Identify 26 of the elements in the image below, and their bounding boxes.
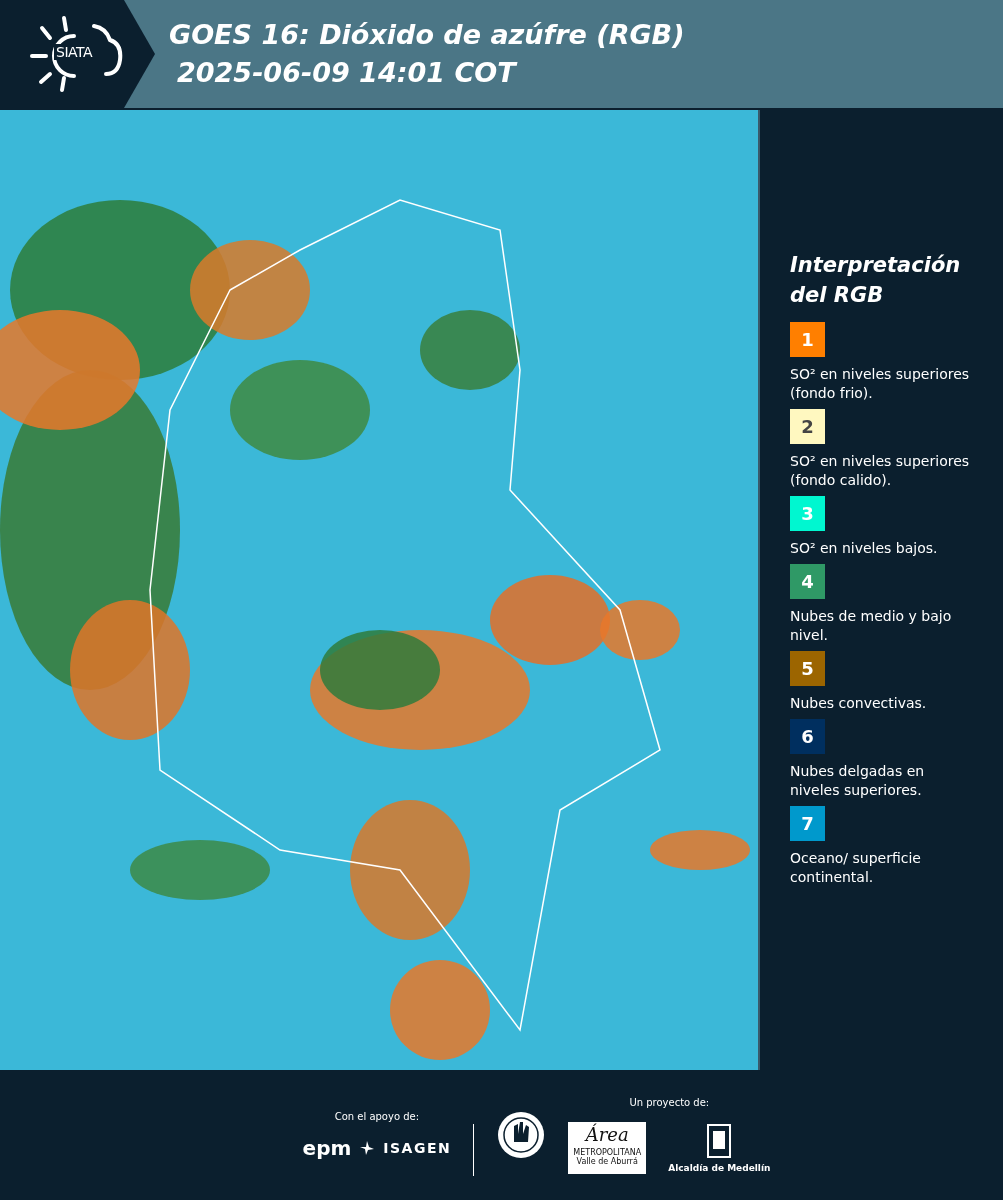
legend-swatch: 1 [790,322,825,357]
epm-logo: epm [302,1135,352,1160]
header-title: GOES 16: Dióxido de azúfre (RGB) [169,18,685,52]
legend-text: Oceano/ superficie continental. [790,849,922,887]
legend-text: Nubes de medio y bajo nivel. [790,607,953,645]
legend-text: SO² en niveles superiores (fondo calido). [790,452,970,490]
isagen-logo: ISAGEN [383,1139,452,1156]
seal-emblem-icon [496,1110,547,1160]
area-metropolitana-logo: Área METROPOLITANA Valle de Aburrá [568,1121,647,1174]
project-label: Un proyecto de: [629,1096,710,1108]
legend-swatch: 2 [790,409,825,444]
legend-swatch: 7 [790,806,825,841]
coat-of-arms-icon [706,1122,733,1159]
legend-swatch: 6 [790,719,825,754]
alcaldia-logo-text: Alcaldía de Medellín [668,1162,771,1173]
legend-text: SO² en niveles bajos. [790,539,939,558]
support-label: Con el apoyo de: [334,1110,420,1122]
legend-swatch: 3 [790,496,825,531]
legend-title: Interpretación del RGB [790,252,962,309]
header-timestamp: 2025-06-09 14:01 COT [176,56,519,90]
legend-text: Nubes convectivas. [790,694,928,713]
logo-text: SIATA [54,44,95,60]
legend-text: Nubes delgadas en niveles superiores. [790,762,926,800]
legend-swatch: 5 [790,651,825,686]
legend-swatch: 4 [790,564,825,599]
legend-text: SO² en niveles superiores (fondo frio). [790,365,970,403]
